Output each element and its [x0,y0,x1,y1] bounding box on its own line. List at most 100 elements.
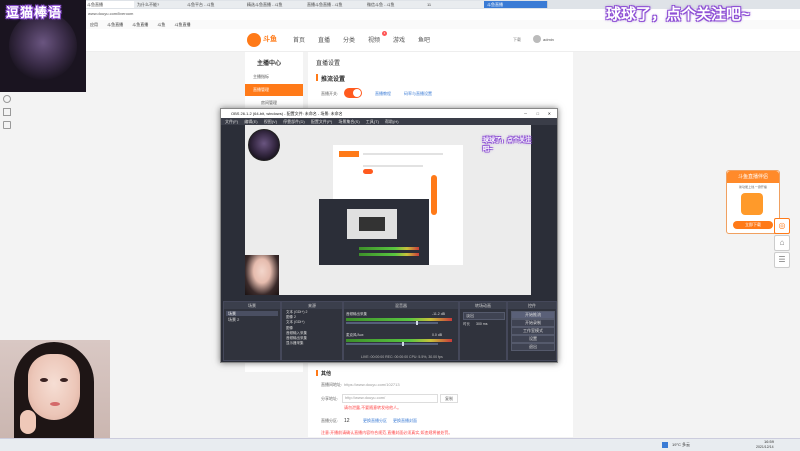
bookmark[interactable]: 斗鱼直播 [107,22,123,27]
sources-dock-header: 来源 [282,302,342,309]
toggle-knob [353,89,361,97]
promo-download-button[interactable]: 立即下载 [733,221,773,229]
promo-title: 斗鱼直播伴侣 [727,171,779,183]
menu-scene-collection[interactable]: 场景集合(S) [338,119,359,124]
nav-live[interactable]: 直播 [318,35,330,44]
user-name[interactable]: admin [543,37,554,42]
taskbar-time: 16:59 [764,439,775,444]
transition-select[interactable]: 淡出 [463,312,505,320]
live-toggle[interactable] [344,88,362,98]
home-icon[interactable]: ⌂ [774,235,790,251]
preview-line [363,165,423,167]
preview-nested-capture [347,209,397,239]
browser-tab[interactable]: 微信斗鱼 - 斗鱼 [364,1,428,8]
transitions-dock: 转场动画 淡出 时长 300 ms [459,301,507,361]
volume-slider-track[interactable] [346,342,438,346]
room-value: https://www.douyu.com/102713 [344,382,400,387]
focus-icon[interactable]: ◎ [774,218,790,234]
duration-value[interactable]: 300 ms [476,322,487,326]
volume-slider-handle[interactable] [416,321,419,325]
nav-home[interactable]: 首页 [293,35,305,44]
download-icon[interactable] [3,121,11,129]
page-title: 直播设置 [316,61,341,67]
browser-tab[interactable]: 斗鱼直播 [484,1,548,8]
promo-card[interactable]: 斗鱼直播伴侣 新功能上线,一键开播 立即下载 [726,170,780,234]
bookmark[interactable]: 斗鱼 [157,22,165,27]
start-stream-button[interactable]: 开始推流 [511,311,555,319]
bitrate-link[interactable]: 码率与直播设置 [404,91,432,97]
source-item[interactable]: 文本 (GDI+) [286,320,308,325]
webcam-eye [60,378,68,382]
history-icon[interactable] [3,95,11,103]
section-marker [316,370,318,376]
menu-edit[interactable]: 编辑(E) [244,119,257,124]
obs-preview[interactable]: 球球了，点个关注吧~ [245,125,531,295]
tutorial-link[interactable]: 直播教程 [375,91,391,97]
preview-tab [339,151,359,157]
preview-line [363,153,443,155]
menu-tools[interactable]: 工具(T) [366,119,379,124]
obs-window: OBS 26.1.2 (64-bit, windows) - 配置文件: 未命名… [220,108,558,363]
maximize-icon[interactable]: □ [537,109,539,118]
source-item[interactable]: 显示器采集 [286,341,308,346]
webcam-eye [40,378,48,382]
nav-forum[interactable]: 鱼吧 [418,35,430,44]
studio-mode-button[interactable]: 工作室模式 [511,327,555,335]
nav-game[interactable]: 游戏 [393,35,405,44]
sidebar-item-room[interactable]: 房间管理 [261,100,277,106]
overlay-top-left-text: 逗猫棒语 [6,5,63,20]
cart-icon[interactable] [3,108,11,116]
browser-tab[interactable]: 斗鱼直播 [84,1,138,8]
start-record-button[interactable]: 开始录制 [511,319,555,327]
section-marker [316,74,318,81]
download-link[interactable]: 下载 [513,37,521,43]
close-icon[interactable]: ✕ [548,109,551,118]
settings-button[interactable]: 设置 [511,335,555,343]
exit-button[interactable]: 退出 [511,343,555,351]
overlay-follow-text: 球球了，点个关注吧~ [606,6,750,23]
site-logo-text[interactable]: 斗鱼 [263,34,277,44]
browser-tab[interactable]: 斗鱼平台 - 斗鱼 [184,1,248,8]
webcam-overlay [0,340,110,450]
menu-view[interactable]: 视图(V) [264,119,277,124]
change-category-link[interactable]: 更换直播分区 [363,418,387,424]
url-field[interactable]: www.douyu.com/liveroom [88,11,133,16]
preview-face [245,255,279,295]
preview-page [319,145,463,265]
douyu-logo-icon[interactable] [247,33,261,47]
change-cover-link[interactable]: 更换直播封面 [393,418,417,424]
controls-dock: 控件 开始推流 开始录制 工作室模式 设置 退出 [507,301,557,361]
minimize-icon[interactable]: ─ [524,109,527,118]
browser-tab[interactable]: 11 [424,1,488,8]
menu-file[interactable]: 文件(F) [225,119,238,124]
volume-slider-track[interactable] [346,321,438,325]
sidebar-item-live-manage[interactable]: 直播管理 [245,84,303,96]
mixer-track-name: 麦克风/Aux [346,333,364,337]
browser-tab[interactable]: 直播斗鱼直播 - 斗鱼 [304,1,368,8]
taskbar-app-icon[interactable] [662,442,668,448]
scene-item[interactable]: 场景 2 [226,317,239,323]
obs-status-bar: LIVE: 00:00:00 REC: 00:00:00 CPU: 5.5%, … [361,355,443,359]
scene-item[interactable]: 场景 [226,311,278,316]
menu-help[interactable]: 帮助(H) [385,119,399,124]
browser-tab[interactable]: 为什么不能? [134,1,188,8]
bookmark[interactable]: 应用 [90,22,98,27]
sources-dock: 来源 文本 (GDI+) 2 图像 2 文本 (GDI+) 图像 音频输入采集 … [281,301,343,361]
sidebar-item-stats[interactable]: 主播指标 [253,74,269,80]
volume-slider-handle[interactable] [401,342,404,346]
feedback-icon[interactable]: ☰ [774,252,790,268]
browser-tab[interactable]: 精选斗鱼直播 - 斗鱼 [244,1,308,8]
bookmark[interactable]: 斗鱼直播 [132,22,148,27]
obs-title: OBS 26.1.2 (64-bit, windows) - 配置文件: 未命名… [231,111,343,116]
copy-button[interactable]: 复制 [440,394,458,403]
transitions-dock-header: 转场动画 [460,302,506,309]
bookmark[interactable]: 斗鱼直播 [175,22,191,27]
user-avatar[interactable] [533,35,541,43]
nav-video[interactable]: 视频 [368,35,380,44]
share-input[interactable]: http://www.douyu.com/ [342,394,438,403]
mixer-meter [346,339,452,342]
nav-category[interactable]: 分类 [343,35,355,44]
menu-docks[interactable]: 停靠部件(D) [283,119,305,124]
menu-profile[interactable]: 配置文件(P) [311,119,332,124]
controls-dock-header: 控件 [508,302,556,309]
